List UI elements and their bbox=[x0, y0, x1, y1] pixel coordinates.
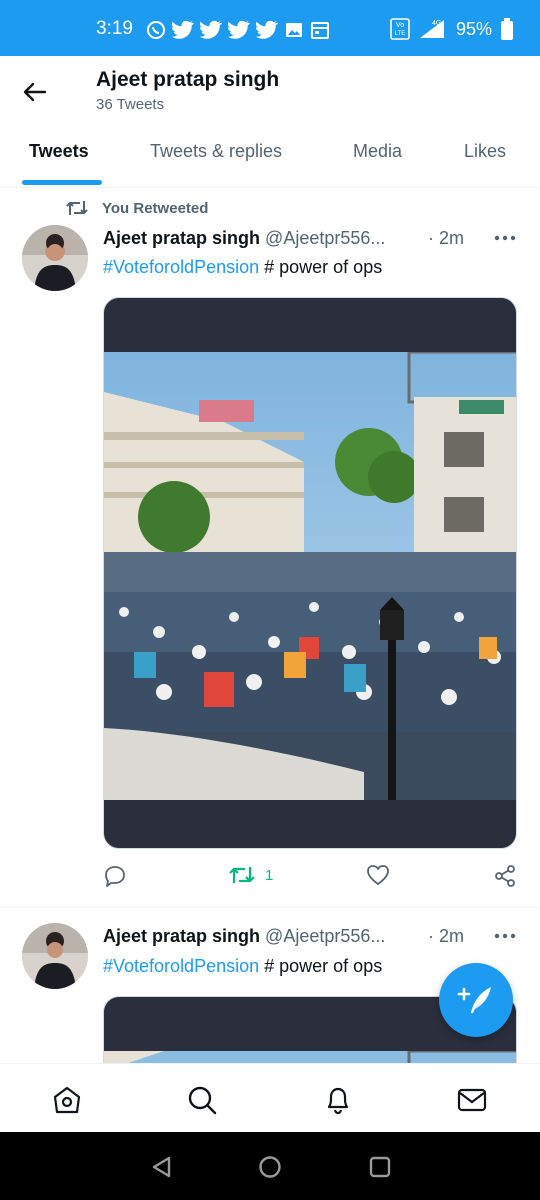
notification-icons bbox=[146, 20, 330, 40]
tweet-body: # power of ops bbox=[259, 956, 383, 976]
back-button[interactable] bbox=[18, 78, 52, 106]
tweet-count: 36 Tweets bbox=[96, 96, 165, 113]
tweet-time: · 2m bbox=[428, 926, 464, 946]
battery-percent: 95% bbox=[456, 18, 493, 39]
heart-icon bbox=[367, 865, 389, 885]
system-home-button[interactable] bbox=[257, 1154, 283, 1180]
share-icon bbox=[495, 865, 515, 887]
twitter-icon bbox=[228, 20, 250, 39]
avatar[interactable] bbox=[22, 923, 88, 989]
retweet-icon bbox=[66, 201, 88, 215]
crowd-photo bbox=[104, 352, 516, 800]
like-button[interactable] bbox=[366, 864, 390, 886]
tweet-divider bbox=[0, 907, 540, 908]
mail-icon bbox=[457, 1088, 487, 1112]
compose-feather-icon bbox=[457, 987, 491, 1013]
system-back-button[interactable] bbox=[148, 1154, 174, 1180]
author-handle: @Ajeetpr556... bbox=[265, 926, 386, 946]
profile-header: Ajeet pratap singh 36 Tweets bbox=[0, 56, 540, 126]
arrow-left-icon bbox=[23, 82, 47, 102]
bell-icon bbox=[327, 1087, 349, 1115]
tweet-author[interactable]: Ajeet pratap singh @Ajeetpr556... bbox=[103, 926, 385, 947]
system-recents-button[interactable] bbox=[367, 1154, 393, 1180]
tweet-text: #VoteforoldPension # power of ops bbox=[103, 956, 382, 977]
retweet-button[interactable]: 1 bbox=[229, 864, 273, 886]
avatar-image bbox=[22, 923, 88, 989]
search-icon bbox=[188, 1086, 217, 1115]
compose-tweet-button[interactable] bbox=[439, 963, 513, 1037]
tweet-body: # power of ops bbox=[259, 257, 383, 277]
avatar-image bbox=[22, 225, 88, 291]
home-icon bbox=[53, 1086, 81, 1114]
battery-icon bbox=[501, 18, 514, 40]
nav-home[interactable] bbox=[51, 1084, 83, 1116]
tab-tweets-replies[interactable]: Tweets & replies bbox=[150, 141, 282, 162]
author-name: Ajeet pratap singh bbox=[103, 228, 261, 248]
more-options-button[interactable] bbox=[493, 228, 517, 248]
twitter-icon bbox=[172, 20, 194, 39]
hashtag-link[interactable]: #VoteforoldPension bbox=[103, 956, 259, 976]
nav-notifications[interactable] bbox=[322, 1084, 354, 1116]
system-status: Vo LTE 4G 95% bbox=[390, 18, 514, 40]
svg-text:LTE: LTE bbox=[395, 31, 406, 37]
share-button[interactable] bbox=[493, 864, 517, 888]
network-type: 4G bbox=[432, 20, 441, 27]
reply-button[interactable] bbox=[103, 864, 127, 888]
active-tab-indicator bbox=[22, 180, 102, 185]
author-name: Ajeet pratap singh bbox=[103, 926, 261, 946]
gallery-icon bbox=[286, 23, 302, 37]
retweet-icon bbox=[229, 867, 255, 883]
status-time: 3:19 bbox=[96, 18, 133, 39]
whatsapp-icon bbox=[147, 21, 165, 39]
tweet-time: · 2m bbox=[428, 228, 464, 248]
twitter-icon bbox=[200, 20, 222, 39]
signal-icon: 4G bbox=[420, 20, 444, 38]
tweet-author[interactable]: Ajeet pratap singh @Ajeetpr556... bbox=[103, 228, 385, 249]
system-navigation-bar bbox=[0, 1132, 540, 1200]
nav-search[interactable] bbox=[186, 1084, 218, 1116]
more-horizontal-icon bbox=[494, 235, 516, 241]
retweet-context: You Retweeted bbox=[66, 199, 208, 217]
calendar-icon bbox=[311, 22, 329, 39]
nav-messages[interactable] bbox=[456, 1084, 488, 1116]
tab-media[interactable]: Media bbox=[353, 141, 402, 162]
profile-tabs: Tweets Tweets & replies Media Likes bbox=[0, 126, 540, 188]
tab-likes[interactable]: Likes bbox=[464, 141, 506, 162]
avatar[interactable] bbox=[22, 225, 88, 291]
profile-name: Ajeet pratap singh bbox=[96, 68, 280, 91]
more-horizontal-icon bbox=[494, 933, 516, 939]
circle-home-icon bbox=[259, 1156, 281, 1178]
bottom-navigation bbox=[0, 1063, 540, 1132]
more-options-button[interactable] bbox=[493, 926, 517, 946]
square-recents-icon bbox=[369, 1156, 391, 1178]
tweet-media[interactable] bbox=[103, 297, 517, 849]
hashtag-link[interactable]: #VoteforoldPension bbox=[103, 257, 259, 277]
volte-icon: Vo LTE bbox=[390, 18, 410, 40]
retweet-count: 1 bbox=[265, 866, 274, 884]
tab-tweets[interactable]: Tweets bbox=[29, 141, 89, 162]
svg-text:Vo: Vo bbox=[396, 22, 404, 29]
tweet-text: #VoteforoldPension # power of ops bbox=[103, 257, 382, 278]
triangle-back-icon bbox=[152, 1156, 171, 1178]
author-handle: @Ajeetpr556... bbox=[265, 228, 386, 248]
reply-icon bbox=[105, 866, 125, 887]
status-bar: 3:19 Vo LTE 4G 95% bbox=[0, 0, 540, 56]
retweet-label: You Retweeted bbox=[102, 199, 209, 217]
tweet-actions: 1 bbox=[103, 864, 517, 894]
twitter-icon bbox=[256, 20, 278, 39]
